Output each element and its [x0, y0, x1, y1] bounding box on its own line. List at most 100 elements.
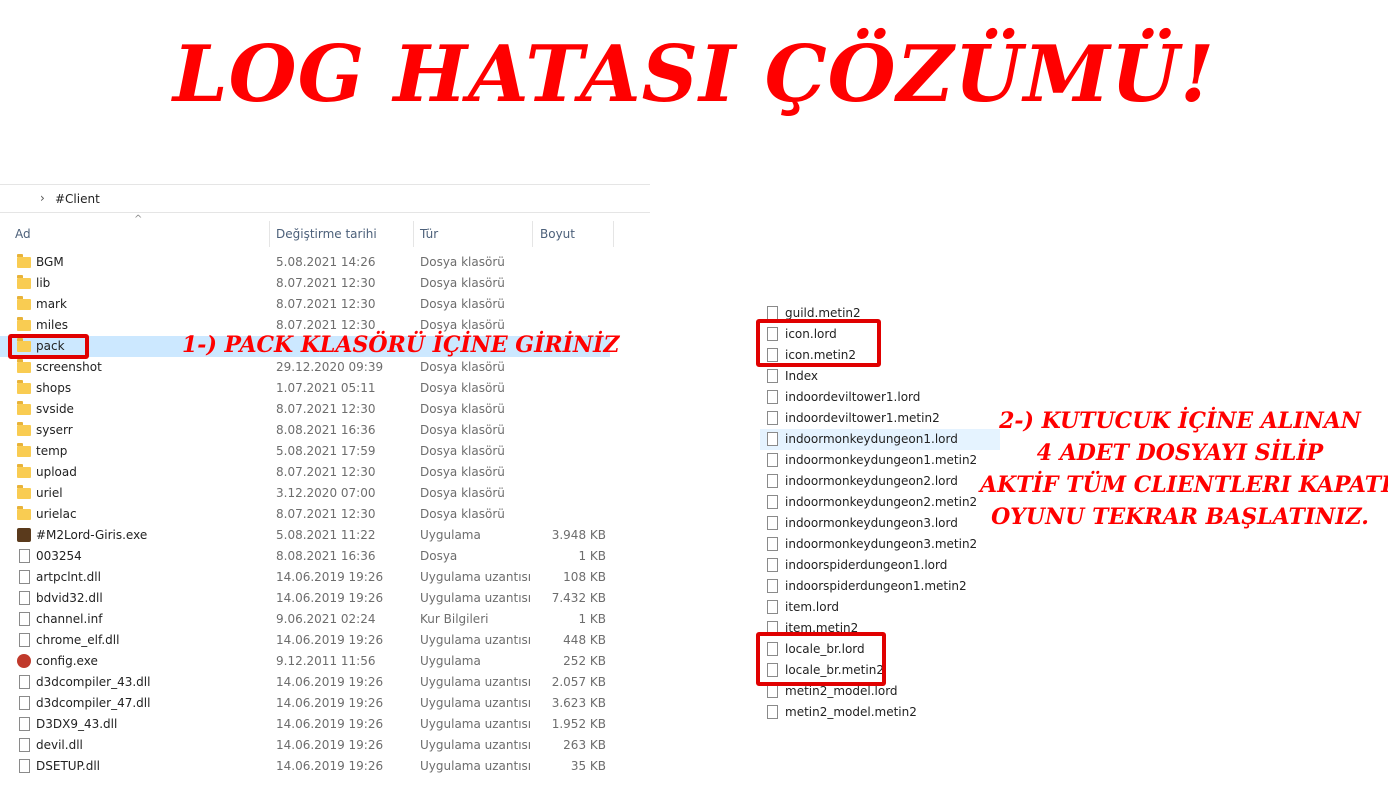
folder-icon — [17, 443, 31, 457]
list-item[interactable]: indoormonkeydungeon3.lord — [760, 513, 1000, 534]
list-item[interactable]: indoormonkeydungeon1.metin2 — [760, 450, 1000, 471]
chevron-right-icon[interactable]: › — [40, 191, 45, 205]
table-row[interactable]: temp 5.08.2021 17:59 Dosya klasörü — [0, 441, 650, 462]
file-icon — [767, 705, 778, 719]
list-item[interactable]: indoormonkeydungeon1.lord — [760, 429, 1000, 450]
address-bar[interactable]: › #Client — [0, 184, 650, 213]
file-name: indoormonkeydungeon2.lord — [785, 474, 958, 488]
table-row[interactable]: mark 8.07.2021 12:30 Dosya klasörü — [0, 294, 650, 315]
file-icon — [19, 738, 30, 752]
column-header-type[interactable]: Tür — [420, 227, 438, 241]
file-name: Index — [785, 369, 819, 383]
column-divider[interactable] — [613, 221, 614, 247]
table-row[interactable]: d3dcompiler_43.dll 14.06.2019 19:26 Uygula… — [0, 672, 650, 693]
file-name: indoordeviltower1.lord — [785, 390, 921, 404]
table-row[interactable]: upload 8.07.2021 12:30 Dosya klasörü — [0, 462, 650, 483]
file-type: Dosya klasörü — [420, 507, 505, 521]
column-divider[interactable] — [413, 221, 414, 247]
table-row[interactable]: svside 8.07.2021 12:30 Dosya klasörü — [0, 399, 650, 420]
table-row[interactable]: screenshot 29.12.2020 09:39 Dosya klasörü — [0, 357, 650, 378]
file-name: chrome_elf.dll — [36, 633, 120, 647]
file-size: 263 KB — [563, 738, 606, 752]
file-type: Uygulama — [420, 528, 481, 542]
file-date: 14.06.2019 19:26 — [276, 738, 384, 752]
highlight-box-pack — [8, 334, 89, 359]
file-type: Uygulama uzantısı — [420, 759, 532, 773]
file-date: 8.08.2021 16:36 — [276, 549, 376, 563]
file-type: Uygulama uzantısı — [420, 717, 532, 731]
column-header-size[interactable]: Boyut — [540, 227, 575, 241]
table-row[interactable]: 003254 8.08.2021 16:36 Dosya 1 KB — [0, 546, 650, 567]
list-item[interactable]: metin2_model.metin2 — [760, 702, 1000, 723]
file-name: indoorspiderdungeon1.lord — [785, 558, 948, 572]
table-row[interactable]: d3dcompiler_47.dll 14.06.2019 19:26 Uygula… — [0, 693, 650, 714]
list-item[interactable]: Index — [760, 366, 1000, 387]
folder-icon — [17, 359, 31, 373]
table-row[interactable]: devil.dll 14.06.2019 19:26 Uygulama uzantı… — [0, 735, 650, 756]
file-date: 14.06.2019 19:26 — [276, 759, 384, 773]
annotation-step-1: 1-) PACK KLASÖRÜ İÇİNE GİRİNİZ — [182, 332, 620, 358]
list-item[interactable]: indoorspiderdungeon1.lord — [760, 555, 1000, 576]
table-row[interactable]: config.exe 9.12.2011 11:56 Uygulama 252 KB — [0, 651, 650, 672]
table-row[interactable]: D3DX9_43.dll 14.06.2019 19:26 Uygulama uza… — [0, 714, 650, 735]
highlight-box-icon-files — [756, 319, 881, 367]
file-name: metin2_model.lord — [785, 684, 898, 698]
folder-icon — [17, 254, 31, 268]
file-type: Dosya klasörü — [420, 486, 505, 500]
table-row[interactable]: BGM 5.08.2021 14:26 Dosya klasörü — [0, 252, 650, 273]
column-divider[interactable] — [269, 221, 270, 247]
table-row[interactable]: chrome_elf.dll 14.06.2019 19:26 Uygulama u… — [0, 630, 650, 651]
file-icon — [767, 390, 778, 404]
table-row[interactable]: shops 1.07.2021 05:11 Dosya klasörü — [0, 378, 650, 399]
file-type: Dosya klasörü — [420, 297, 505, 311]
file-name: indoordeviltower1.metin2 — [785, 411, 940, 425]
address-path[interactable]: #Client — [55, 192, 100, 206]
table-row[interactable]: syserr 8.08.2021 16:36 Dosya klasörü — [0, 420, 650, 441]
file-name: guild.metin2 — [785, 306, 861, 320]
folder-icon — [17, 464, 31, 478]
file-name: indoorspiderdungeon1.metin2 — [785, 579, 967, 593]
column-header-name[interactable]: Ad — [15, 227, 31, 241]
file-type: Uygulama uzantısı — [420, 738, 532, 752]
column-divider[interactable] — [532, 221, 533, 247]
file-name: d3dcompiler_43.dll — [36, 675, 151, 689]
table-row[interactable]: #M2Lord-Giris.exe 5.08.2021 11:22 Uygulama… — [0, 525, 650, 546]
column-header-date[interactable]: Değiştirme tarihi — [276, 227, 377, 241]
table-row[interactable]: lib 8.07.2021 12:30 Dosya klasörü — [0, 273, 650, 294]
file-date: 9.12.2011 11:56 — [276, 654, 376, 668]
file-name: miles — [36, 318, 68, 332]
file-type: Dosya klasörü — [420, 360, 505, 374]
file-date: 8.07.2021 12:30 — [276, 402, 376, 416]
file-icon — [767, 558, 778, 572]
list-item[interactable]: indoordeviltower1.metin2 — [760, 408, 1000, 429]
file-name: channel.inf — [36, 612, 103, 626]
list-item[interactable]: indoordeviltower1.lord — [760, 387, 1000, 408]
list-item[interactable]: indoormonkeydungeon3.metin2 — [760, 534, 1000, 555]
table-row[interactable]: DSETUP.dll 14.06.2019 19:26 Uygulama uzant… — [0, 756, 650, 777]
file-date: 8.08.2021 16:36 — [276, 423, 376, 437]
list-item[interactable]: indoorspiderdungeon1.metin2 — [760, 576, 1000, 597]
file-name: BGM — [36, 255, 64, 269]
file-size: 448 KB — [563, 633, 606, 647]
file-name: 003254 — [36, 549, 82, 563]
file-size: 108 KB — [563, 570, 606, 584]
file-icon — [767, 600, 778, 614]
list-item[interactable]: item.lord — [760, 597, 1000, 618]
file-date: 5.08.2021 14:26 — [276, 255, 376, 269]
table-row[interactable]: artpclnt.dll 14.06.2019 19:26 Uygulama uza… — [0, 567, 650, 588]
table-row[interactable]: channel.inf 9.06.2021 02:24 Kur Bilgileri 1… — [0, 609, 650, 630]
file-name: metin2_model.metin2 — [785, 705, 917, 719]
table-row[interactable]: bdvid32.dll 14.06.2019 19:26 Uygulama uzan… — [0, 588, 650, 609]
file-date: 8.07.2021 12:30 — [276, 465, 376, 479]
file-icon — [19, 549, 30, 563]
list-item[interactable]: indoormonkeydungeon2.metin2 — [760, 492, 1000, 513]
file-date: 14.06.2019 19:26 — [276, 675, 384, 689]
file-icon — [767, 369, 778, 383]
table-row[interactable]: urielac 8.07.2021 12:30 Dosya klasörü — [0, 504, 650, 525]
folder-icon — [17, 275, 31, 289]
file-size: 252 KB — [563, 654, 606, 668]
table-row[interactable]: uriel 3.12.2020 07:00 Dosya klasörü — [0, 483, 650, 504]
file-type: Dosya — [420, 549, 458, 563]
list-item[interactable]: indoormonkeydungeon2.lord — [760, 471, 1000, 492]
file-date: 14.06.2019 19:26 — [276, 696, 384, 710]
